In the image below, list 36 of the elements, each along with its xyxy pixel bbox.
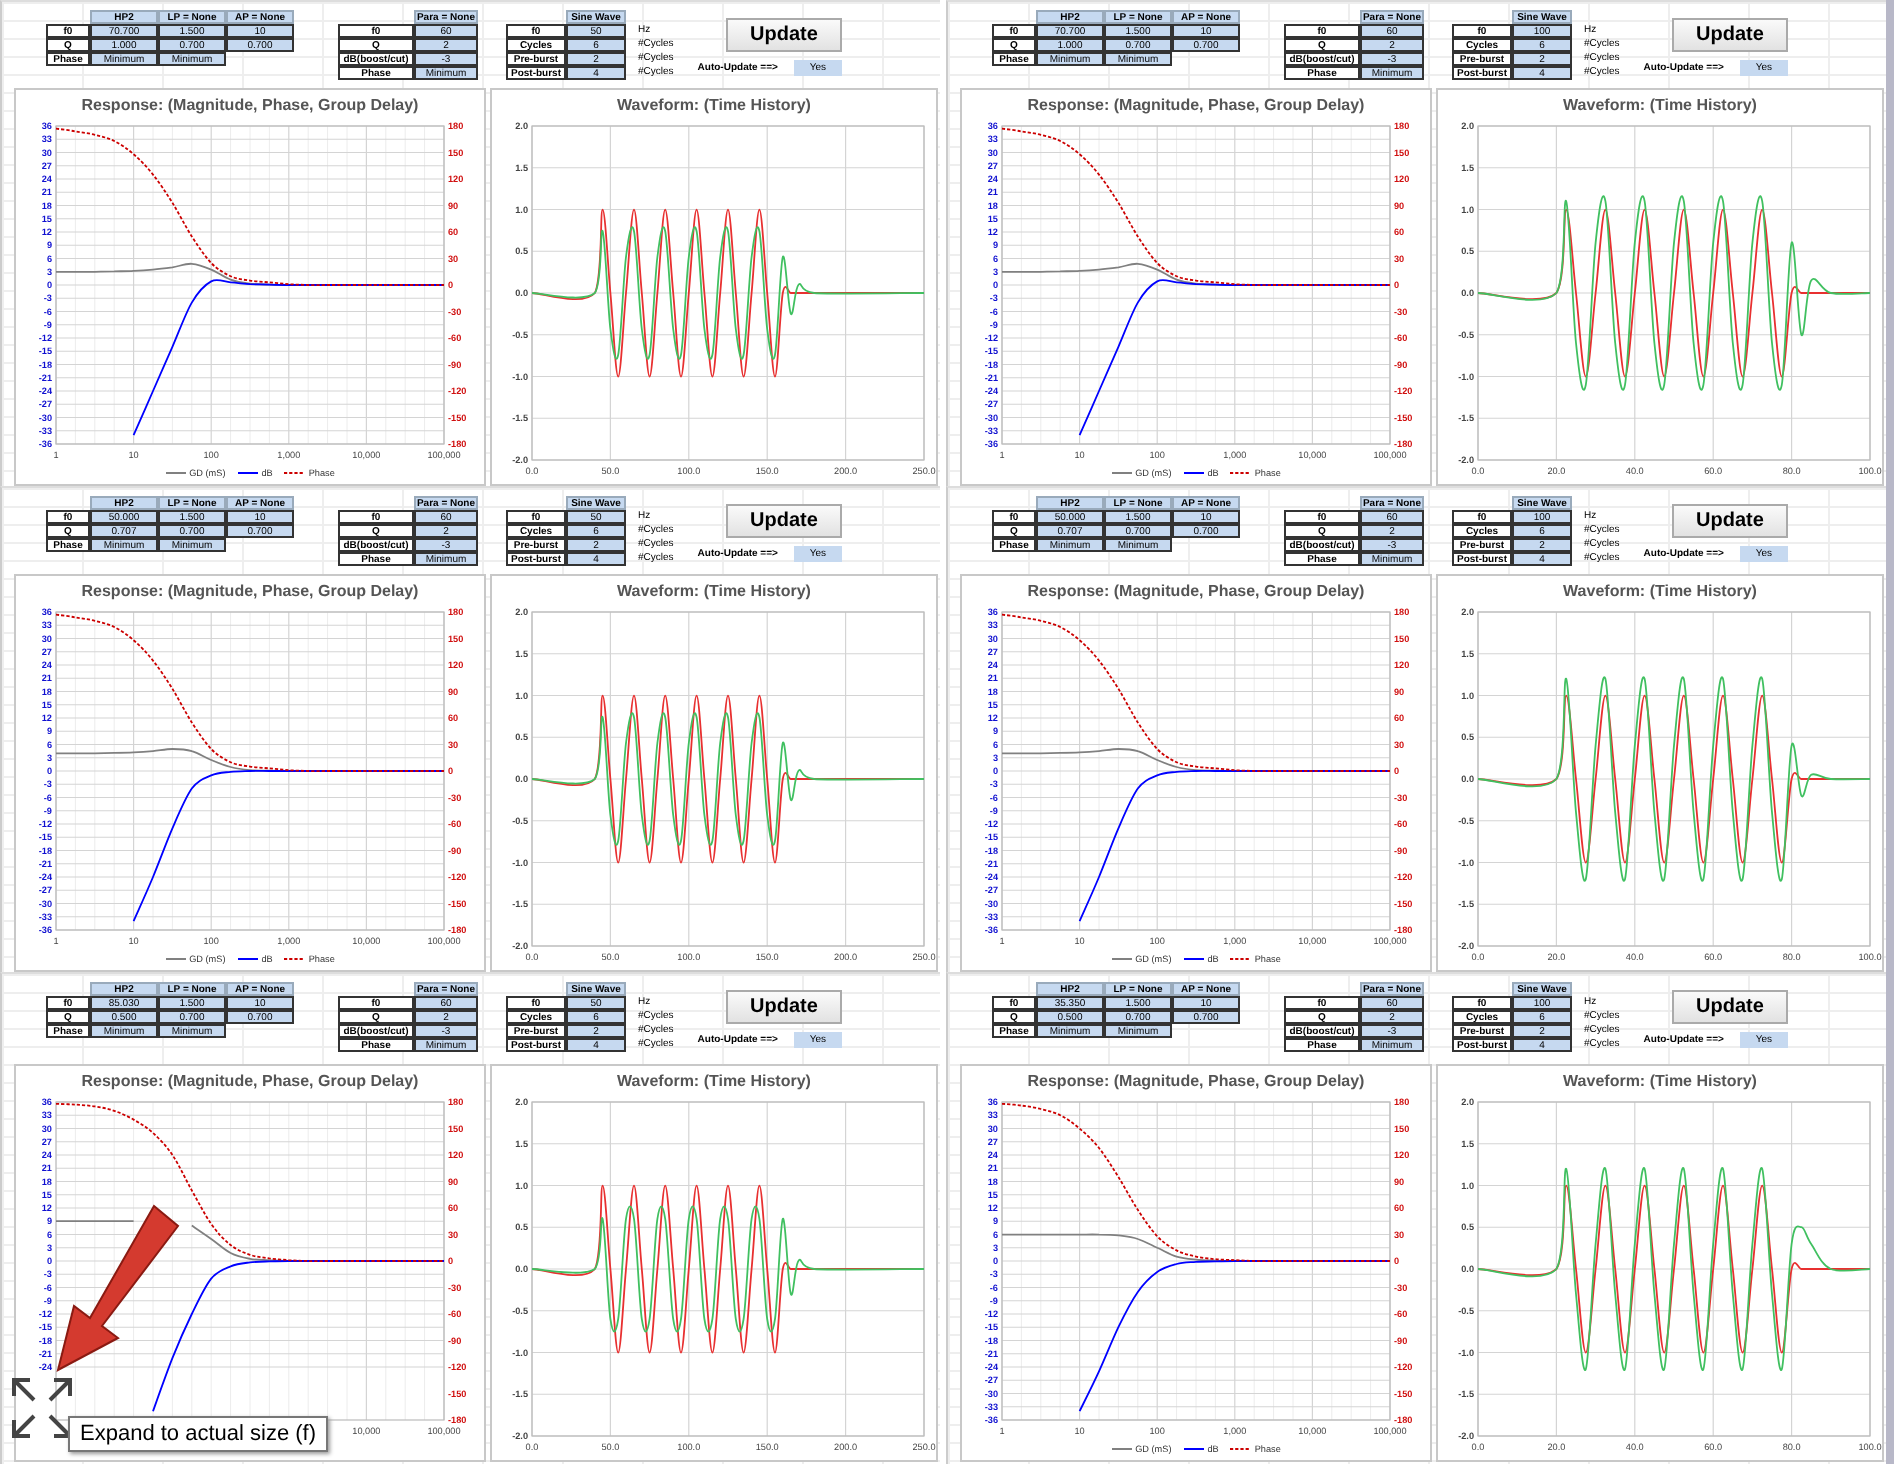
update-button[interactable]: Update xyxy=(725,504,842,538)
legend-line-icon xyxy=(1230,470,1251,476)
legend-line-icon xyxy=(237,470,258,476)
legend-line-icon xyxy=(284,470,305,476)
expand-icon[interactable] xyxy=(8,1374,76,1442)
legend-line-icon xyxy=(165,470,186,476)
chart-title: Waveform: (Time History) xyxy=(617,1072,811,1090)
chart-title: Response: (Magnitude, Phase, Group Delay) xyxy=(1027,582,1365,600)
legend-line-icon xyxy=(1183,1446,1204,1452)
update-button[interactable]: Update xyxy=(1671,990,1788,1024)
chart-title: Response: (Magnitude, Phase, Group Delay) xyxy=(1027,96,1365,114)
legend-line-icon xyxy=(1230,956,1251,962)
legend-line-icon xyxy=(1111,1446,1132,1452)
chart-title: Waveform: (Time History) xyxy=(1563,1072,1757,1090)
legend-line-icon xyxy=(165,956,186,962)
update-button[interactable]: Update xyxy=(725,18,842,52)
chart-title: Response: (Magnitude, Phase, Group Delay) xyxy=(81,96,419,114)
legend-line-icon xyxy=(284,956,305,962)
chart-title: Waveform: (Time History) xyxy=(1563,96,1757,114)
update-button[interactable]: Update xyxy=(1671,504,1788,538)
update-button[interactable]: Update xyxy=(725,990,842,1024)
legend-line-icon xyxy=(237,956,258,962)
legend-line-icon xyxy=(1230,1446,1251,1452)
chart-title: Waveform: (Time History) xyxy=(1563,582,1757,600)
chart-title: Response: (Magnitude, Phase, Group Delay) xyxy=(81,582,419,600)
legend-line-icon xyxy=(1183,470,1204,476)
legend-line-icon xyxy=(1111,956,1132,962)
update-button[interactable]: Update xyxy=(1671,18,1788,52)
chart-title: Response: (Magnitude, Phase, Group Delay) xyxy=(1027,1072,1365,1090)
tooltip: Expand to actual size (f) xyxy=(68,1416,329,1452)
legend-line-icon xyxy=(1111,470,1132,476)
chart-title: Response: (Magnitude, Phase, Group Delay) xyxy=(81,1072,419,1090)
chart-title: Waveform: (Time History) xyxy=(617,582,811,600)
chart-title: Waveform: (Time History) xyxy=(617,96,811,114)
legend-line-icon xyxy=(1183,956,1204,962)
pointer-arrow-icon xyxy=(54,1202,182,1374)
